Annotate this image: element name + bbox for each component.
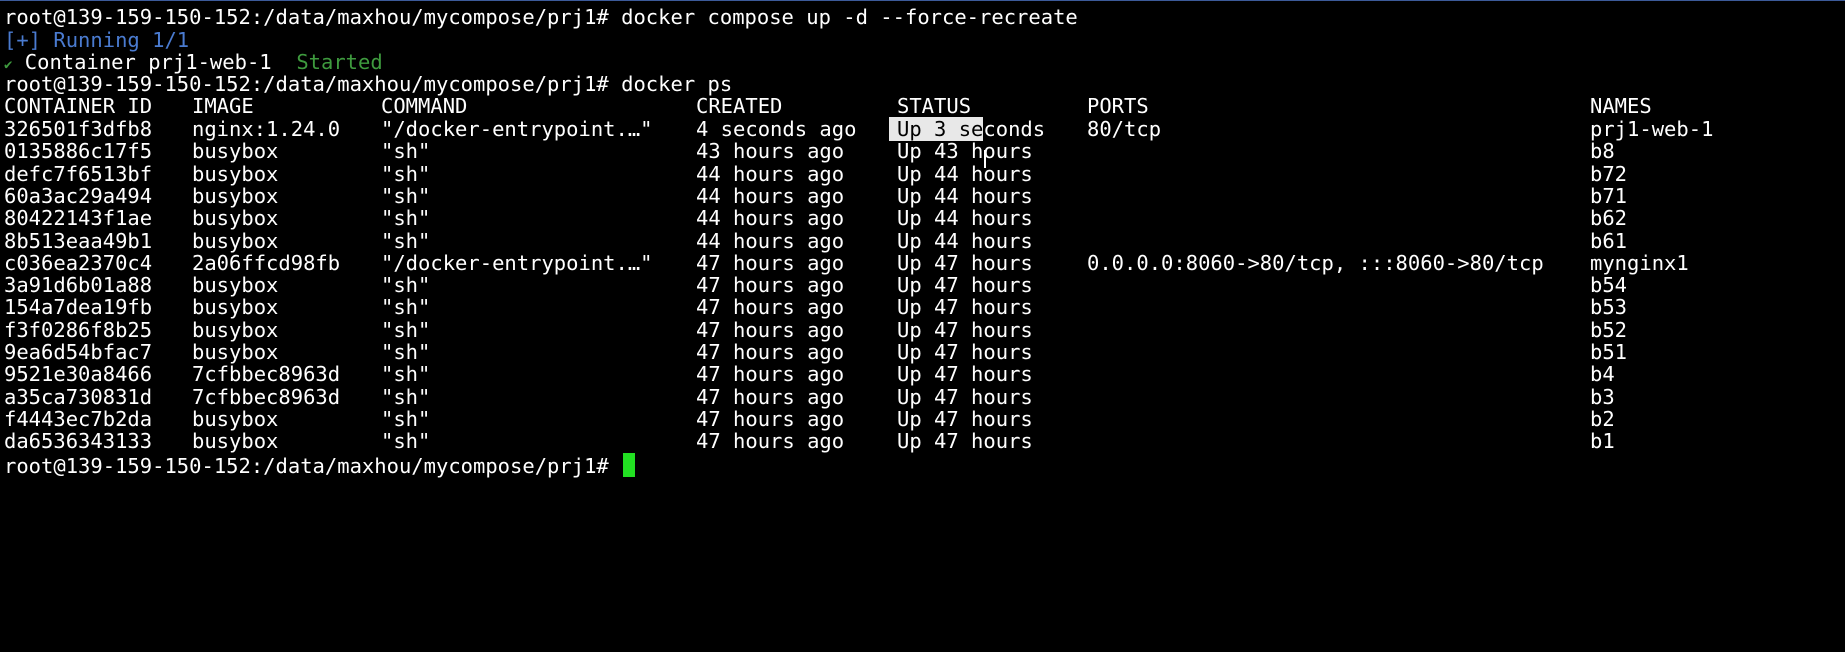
cell-command: "sh" <box>381 429 431 454</box>
shell-prompt: root@139-159-150-152:/data/maxhou/mycomp… <box>4 454 609 478</box>
command-text: docker compose up -d --force-recreate <box>621 5 1078 29</box>
cell-created: 47 hours ago <box>696 429 845 454</box>
cell-image: busybox <box>192 429 279 454</box>
cell-names: b1 <box>1590 429 1615 454</box>
table-row: da6536343133 busybox "sh" 47 hours ago Up 47… <box>4 428 1834 454</box>
terminal-window[interactable]: root@139-159-150-152:/data/maxhou/mycomp… <box>0 0 1845 652</box>
cell-status: Up 47 hours <box>897 429 1033 454</box>
command-line-3[interactable]: root@139-159-150-152:/data/maxhou/mycomp… <box>4 453 635 479</box>
mouse-ibeam-cursor <box>984 150 986 168</box>
text-cursor <box>622 453 635 477</box>
window-top-border <box>0 0 1845 1</box>
shell-prompt: root@139-159-150-152:/data/maxhou/mycomp… <box>4 5 609 29</box>
cell-container-id: da6536343133 <box>4 429 153 454</box>
